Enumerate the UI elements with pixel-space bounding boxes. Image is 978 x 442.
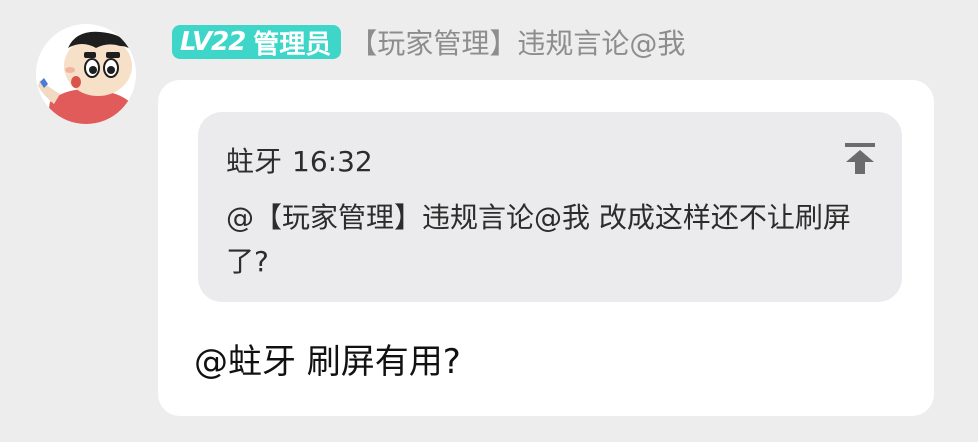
level-label: LV22 xyxy=(180,27,246,57)
quote-time: 16:32 xyxy=(292,145,373,178)
cartoon-boy-avatar-icon xyxy=(36,24,136,124)
level-badge: LV22 管理员 xyxy=(172,25,342,60)
chat-message: LV22 管理员 【玩家管理】违规言论@我 蛀牙 16:32 @【玩家管理】违规言… xyxy=(0,0,978,442)
reply-text: @蛀牙 刷屏有用? xyxy=(194,342,461,382)
message-bubble[interactable]: 蛀牙 16:32 @【玩家管理】违规言论@我 改成这样还不让刷屏了? @蛀牙 刷屏… xyxy=(158,80,934,416)
quote-author: 蛀牙 xyxy=(226,145,283,178)
sender-name[interactable]: 【玩家管理】违规言论@我 xyxy=(349,22,685,62)
quote-header: 蛀牙 16:32 xyxy=(226,140,373,180)
message-header: LV22 管理员 【玩家管理】违规言论@我 xyxy=(172,24,685,60)
quoted-message[interactable]: 蛀牙 16:32 @【玩家管理】违规言论@我 改成这样还不让刷屏了? xyxy=(198,112,902,302)
avatar[interactable] xyxy=(36,24,136,124)
quote-text: @【玩家管理】违规言论@我 改成这样还不让刷屏了? xyxy=(226,201,851,278)
jump-to-top-icon[interactable] xyxy=(842,140,878,176)
role-label: 管理员 xyxy=(253,29,332,60)
